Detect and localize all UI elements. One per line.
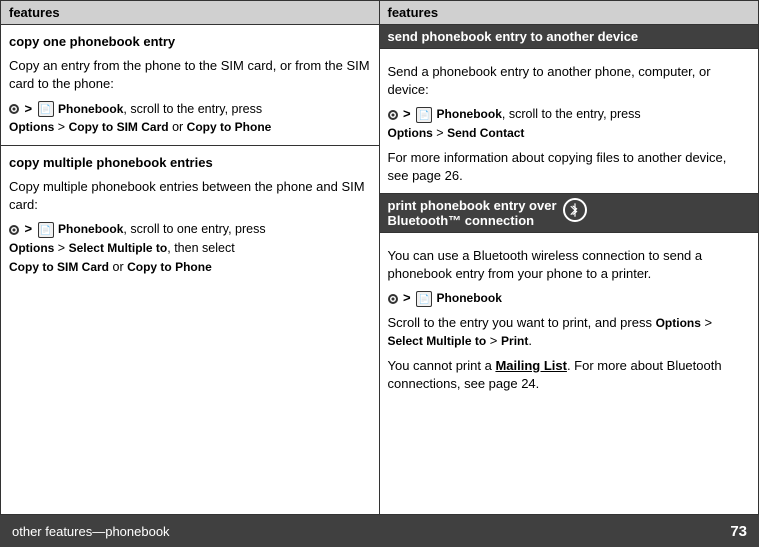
right-section-1-body2: For more information about copying files…: [388, 149, 751, 185]
right-column: features send phonebook entry to another…: [380, 1, 759, 514]
phonebook-icon-1: 📄: [38, 101, 54, 117]
left-column: features copy one phonebook entry Copy a…: [1, 1, 380, 514]
right-header-label: features: [388, 5, 439, 20]
right-section-1-header: send phonebook entry to another device: [380, 25, 759, 49]
footer-bar: other features—phonebook 73: [0, 515, 759, 547]
right-section-2: print phonebook entry over Bluetooth™ co…: [380, 194, 759, 514]
footer-page-number: 73: [730, 523, 747, 540]
footer-label: other features—phonebook: [12, 524, 170, 539]
left-section-2-instruction: > 📄 Phonebook, scroll to one entry, pres…: [9, 220, 371, 276]
right-section-2-header: print phonebook entry over Bluetooth™ co…: [380, 194, 759, 233]
nav-dot-icon-4: [388, 294, 398, 304]
print-header-row: print phonebook entry over Bluetooth™ co…: [388, 198, 587, 228]
left-section-1-instruction: > 📄 Phonebook, scroll to the entry, pres…: [9, 100, 371, 137]
phonebook-icon-2: 📄: [38, 222, 54, 238]
right-section-1-instruction: > 📄 Phonebook, scroll to the entry, pres…: [388, 105, 751, 142]
right-section-2-body1: You can use a Bluetooth wireless connect…: [388, 247, 751, 283]
main-content: features copy one phonebook entry Copy a…: [0, 0, 759, 515]
right-section-1-body: Send a phonebook entry to another phone,…: [380, 49, 759, 193]
right-section-2-body2: Scroll to the entry you want to print, a…: [388, 314, 751, 350]
left-section-1-title: copy one phonebook entry: [9, 33, 371, 51]
left-section-1-body1: Copy an entry from the phone to the SIM …: [9, 57, 371, 93]
right-section-1: send phonebook entry to another device S…: [380, 25, 759, 194]
phonebook-icon-3: 📄: [416, 107, 432, 123]
right-section-2-title-text: print phonebook entry over Bluetooth™ co…: [388, 198, 557, 228]
left-header: features: [1, 1, 379, 25]
right-header: features: [380, 1, 759, 25]
right-col-sections: features send phonebook entry to another…: [380, 1, 759, 514]
nav-dot-icon-2: [9, 225, 19, 235]
right-section-2-instruction: > 📄 Phonebook: [388, 289, 751, 308]
right-section-2-body3: You cannot print a Mailing List. For mor…: [388, 357, 751, 393]
left-header-label: features: [9, 5, 60, 20]
left-section-1: copy one phonebook entry Copy an entry f…: [1, 25, 379, 146]
bluetooth-icon: [563, 198, 587, 222]
left-section-2-body1: Copy multiple phonebook entries between …: [9, 178, 371, 214]
right-section-2-body: You can use a Bluetooth wireless connect…: [380, 233, 759, 401]
right-section-1-body1: Send a phonebook entry to another phone,…: [388, 63, 751, 99]
left-section-2-title: copy multiple phonebook entries: [9, 154, 371, 172]
right-section-1-title: send phonebook entry to another device: [388, 29, 639, 44]
phonebook-icon-4: 📄: [416, 291, 432, 307]
page-wrapper: features copy one phonebook entry Copy a…: [0, 0, 759, 547]
nav-dot-icon-3: [388, 110, 398, 120]
nav-dot-icon: [9, 104, 19, 114]
left-section-2: copy multiple phonebook entries Copy mul…: [1, 146, 379, 284]
